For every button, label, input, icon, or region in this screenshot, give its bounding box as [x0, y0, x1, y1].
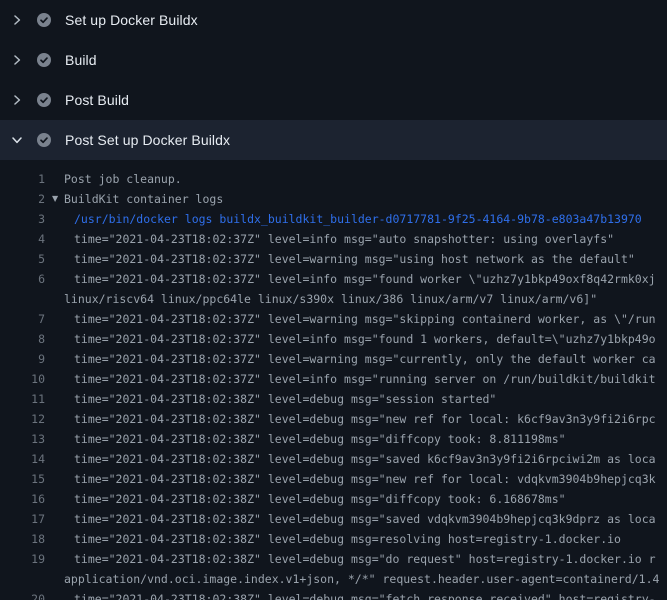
step-title: Set up Docker Buildx [65, 12, 198, 28]
chevron-down-icon [11, 134, 23, 146]
log-line-number[interactable]: 8 [0, 329, 45, 349]
log-line-text: time="2021-04-23T18:02:38Z" level=debug … [74, 549, 656, 569]
log-line-number[interactable]: 17 [0, 509, 45, 529]
log-row: 19 ▼time="2021-04-23T18:02:38Z" level=de… [0, 549, 667, 569]
log-line-text: time="2021-04-23T18:02:38Z" level=debug … [74, 589, 656, 600]
log-row: 4 ▼time="2021-04-23T18:02:37Z" level=inf… [0, 229, 667, 249]
log-row: 5 ▼time="2021-04-23T18:02:37Z" level=war… [0, 249, 667, 269]
log-line-number[interactable]: 11 [0, 389, 45, 409]
log-line-text: time="2021-04-23T18:02:38Z" level=debug … [74, 429, 566, 449]
log-row: 18 ▼time="2021-04-23T18:02:38Z" level=de… [0, 529, 667, 549]
log-line-text: time="2021-04-23T18:02:38Z" level=debug … [74, 529, 621, 549]
log-line-number[interactable]: 15 [0, 469, 45, 489]
log-line-text: time="2021-04-23T18:02:38Z" level=debug … [74, 449, 656, 469]
log-line-number[interactable]: 5 [0, 249, 45, 269]
step-row-post-build[interactable]: Post Build [0, 80, 667, 120]
log-row: 10 ▼time="2021-04-23T18:02:37Z" level=in… [0, 369, 667, 389]
log-line-text: application/vnd.oci.image.index.v1+json,… [64, 569, 659, 589]
log-line-text: time="2021-04-23T18:02:37Z" level=warnin… [74, 349, 656, 369]
log-line-number[interactable]: 2 [0, 189, 45, 209]
log-line-number[interactable]: 16 [0, 489, 45, 509]
log-line-text: time="2021-04-23T18:02:37Z" level=info m… [74, 329, 656, 349]
log-row: 11 ▼time="2021-04-23T18:02:38Z" level=de… [0, 389, 667, 409]
chevron-right-icon [11, 94, 23, 106]
check-circle-icon [37, 53, 51, 67]
log-line-text: time="2021-04-23T18:02:37Z" level=warnin… [74, 309, 656, 329]
check-circle-icon [37, 13, 51, 27]
log-line-text: time="2021-04-23T18:02:37Z" level=info m… [74, 369, 656, 389]
step-title: Build [65, 52, 97, 68]
log-row: 16 ▼time="2021-04-23T18:02:38Z" level=de… [0, 489, 667, 509]
log-line-text: time="2021-04-23T18:02:38Z" level=debug … [74, 489, 566, 509]
log-line-number[interactable]: 4 [0, 229, 45, 249]
log-line-number[interactable]: 3 [0, 209, 45, 229]
log-line-text: time="2021-04-23T18:02:38Z" level=debug … [74, 389, 496, 409]
log-row: 17 ▼time="2021-04-23T18:02:38Z" level=de… [0, 509, 667, 529]
log-row: ▼application/vnd.oci.image.index.v1+json… [0, 569, 667, 589]
log-row: 12 ▼time="2021-04-23T18:02:38Z" level=de… [0, 409, 667, 429]
step-row-post-setup-docker-buildx[interactable]: Post Set up Docker Buildx [0, 120, 667, 160]
log-line-number[interactable]: 13 [0, 429, 45, 449]
log-row: 8 ▼time="2021-04-23T18:02:37Z" level=inf… [0, 329, 667, 349]
log-output: 1 ▼Post job cleanup. 2 ▼BuildKit contain… [0, 160, 667, 600]
log-line-number[interactable] [0, 569, 45, 589]
step-title: Post Set up Docker Buildx [65, 132, 230, 148]
log-row: 20 ▼time="2021-04-23T18:02:38Z" level=de… [0, 589, 667, 600]
log-row: 13 ▼time="2021-04-23T18:02:38Z" level=de… [0, 429, 667, 449]
check-circle-icon [37, 133, 51, 147]
log-row: 7 ▼time="2021-04-23T18:02:37Z" level=war… [0, 309, 667, 329]
actions-log-viewer: Set up Docker Buildx Build Post Build [0, 0, 667, 600]
step-row-setup-docker-buildx[interactable]: Set up Docker Buildx [0, 0, 667, 40]
log-row: 3 ▼/usr/bin/docker logs buildx_buildkit_… [0, 209, 667, 229]
log-line-number[interactable]: 12 [0, 409, 45, 429]
log-line-text: time="2021-04-23T18:02:38Z" level=debug … [74, 469, 656, 489]
log-line-number[interactable]: 10 [0, 369, 45, 389]
log-group-row: 2 ▼BuildKit container logs [0, 189, 667, 209]
log-row: ▼linux/riscv64 linux/ppc64le linux/s390x… [0, 289, 667, 309]
log-line-text: time="2021-04-23T18:02:37Z" level=warnin… [74, 249, 635, 269]
log-line-text: time="2021-04-23T18:02:37Z" level=info m… [74, 229, 614, 249]
chevron-right-icon [11, 14, 23, 26]
chevron-right-icon [11, 54, 23, 66]
log-line-number[interactable]: 19 [0, 549, 45, 569]
steps-list: Set up Docker Buildx Build Post Build [0, 0, 667, 160]
log-line-text: time="2021-04-23T18:02:38Z" level=debug … [74, 509, 656, 529]
step-title: Post Build [65, 92, 129, 108]
log-line-text: time="2021-04-23T18:02:37Z" level=info m… [74, 269, 656, 289]
log-line-number[interactable]: 7 [0, 309, 45, 329]
log-line-number[interactable]: 1 [0, 169, 45, 189]
log-row: 1 ▼Post job cleanup. [0, 169, 667, 189]
check-circle-icon [37, 93, 51, 107]
log-row: 9 ▼time="2021-04-23T18:02:37Z" level=war… [0, 349, 667, 369]
log-line-text: time="2021-04-23T18:02:38Z" level=debug … [74, 409, 656, 429]
log-line-text: linux/riscv64 linux/ppc64le linux/s390x … [64, 289, 597, 309]
log-line-number[interactable]: 18 [0, 529, 45, 549]
log-line-text: BuildKit container logs [64, 189, 223, 209]
log-line-number[interactable]: 6 [0, 269, 45, 289]
log-line-text: /usr/bin/docker logs buildx_buildkit_bui… [74, 209, 642, 229]
log-line-number[interactable]: 9 [0, 349, 45, 369]
step-row-build[interactable]: Build [0, 40, 667, 80]
log-row: 15 ▼time="2021-04-23T18:02:38Z" level=de… [0, 469, 667, 489]
log-row: 14 ▼time="2021-04-23T18:02:38Z" level=de… [0, 449, 667, 469]
log-line-number[interactable] [0, 289, 45, 309]
log-row: 6 ▼time="2021-04-23T18:02:37Z" level=inf… [0, 269, 667, 289]
log-line-number[interactable]: 14 [0, 449, 45, 469]
triangle-down-icon[interactable]: ▼ [52, 189, 64, 209]
log-line-number[interactable]: 20 [0, 589, 45, 600]
log-line-text: Post job cleanup. [64, 169, 182, 189]
